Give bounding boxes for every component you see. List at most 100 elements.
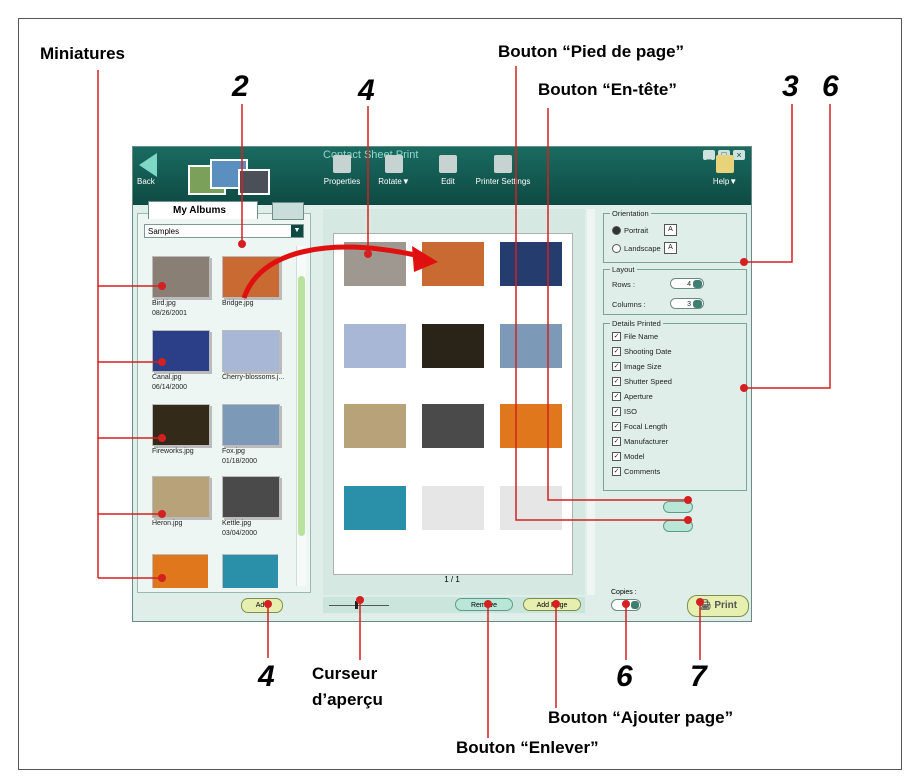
checkbox-checked[interactable]: ✓ — [612, 422, 621, 431]
detail-checkbox-model[interactable]: ✓ Model — [612, 452, 644, 461]
album-select[interactable]: Samples ▼ — [144, 224, 304, 238]
preview-cell-fireworks[interactable] — [422, 324, 484, 368]
edit-button[interactable]: Edit — [423, 155, 473, 186]
preview-cell-empty — [500, 486, 562, 530]
columns-stepper[interactable]: 3 — [670, 298, 704, 309]
thumbnail-image — [222, 330, 280, 372]
preview-scrollbar[interactable] — [587, 209, 595, 595]
preview-cell-canal[interactable] — [500, 242, 562, 286]
chevron-down-icon[interactable]: ▼ — [291, 225, 303, 237]
landscape-label: Landscape — [624, 244, 661, 253]
rotate-label: Rotate▼ — [378, 177, 410, 186]
detail-checkbox-image-size[interactable]: ✓ Image Size — [612, 362, 662, 371]
stepper-arrows-icon[interactable] — [693, 300, 702, 308]
stepper-arrows-icon[interactable] — [631, 601, 639, 609]
number-2: 2 — [232, 70, 249, 103]
print-label: Print — [714, 600, 738, 611]
preview-cell-bird[interactable] — [344, 242, 406, 286]
checkbox-checked[interactable]: ✓ — [612, 362, 621, 371]
thumbnail-image — [152, 330, 210, 372]
slider-thumb[interactable] — [355, 601, 358, 609]
properties-button[interactable]: Properties — [317, 155, 367, 186]
edit-label: Edit — [441, 177, 455, 186]
checkbox-checked[interactable]: ✓ — [612, 392, 621, 401]
thumbnail-sunset[interactable] — [152, 554, 208, 588]
thumbnail-image — [222, 554, 278, 588]
columns-label: Columns : — [612, 300, 646, 309]
preview-cell-heron[interactable] — [344, 404, 406, 448]
detail-checkbox-aperture[interactable]: ✓ Aperture — [612, 392, 653, 401]
remove-button[interactable]: Remove — [455, 598, 513, 611]
checkbox-checked[interactable]: ✓ — [612, 332, 621, 341]
detail-checkbox-shutter-speed[interactable]: ✓ Shutter Speed — [612, 377, 672, 386]
layout-title: Layout — [610, 265, 637, 274]
checkbox-checked[interactable]: ✓ — [612, 452, 621, 461]
album-panel: My Albums Samples ▼ Bird.jpg 08/26/2001 B… — [137, 201, 311, 593]
detail-checkbox-iso[interactable]: ✓ ISO — [612, 407, 637, 416]
thumbnail-heron[interactable]: Heron.jpg — [152, 476, 210, 528]
help-button[interactable]: Help▼ — [705, 155, 745, 186]
detail-label: Model — [624, 452, 645, 461]
checkbox-checked[interactable]: ✓ — [612, 407, 621, 416]
add-button[interactable]: Add — [241, 598, 283, 613]
portrait-option[interactable]: Portrait — [612, 226, 648, 235]
preview-zoom-slider[interactable] — [329, 601, 389, 609]
thumbnail-fox[interactable]: Fox.jpg 01/18/2000 — [222, 404, 280, 465]
checkbox-checked[interactable]: ✓ — [612, 467, 621, 476]
preview-cell-sea[interactable] — [344, 486, 406, 530]
columns-value: 3 — [687, 301, 691, 308]
number-4-bottom: 4 — [258, 660, 275, 693]
thumbnail-date: 08/26/2001 — [152, 310, 188, 317]
thumbnail-caption: Fox.jpg — [222, 448, 245, 455]
header-button[interactable] — [663, 501, 693, 513]
tab-folders[interactable] — [272, 202, 304, 220]
thumbnail-canal[interactable]: Canal.jpg 06/14/2000 — [152, 330, 210, 391]
checkbox-checked[interactable]: ✓ — [612, 377, 621, 386]
settings-panel: Orientation Portrait A Landscape A Layou… — [603, 207, 749, 532]
radio-unselected[interactable] — [612, 244, 621, 253]
add-page-button[interactable]: Add Page — [523, 598, 581, 611]
detail-checkbox-focal-length[interactable]: ✓ Focal Length — [612, 422, 667, 431]
preview-cell-kettle[interactable] — [422, 404, 484, 448]
thumbnail-kettle[interactable]: Kettle.jpg 03/04/2000 — [222, 476, 280, 537]
back-label: Back — [137, 177, 155, 186]
footer-button[interactable] — [663, 520, 693, 532]
detail-checkbox-file-name[interactable]: ✓ File Name — [612, 332, 658, 341]
thumbnail-sea[interactable] — [222, 554, 278, 588]
preview-cell-bridge[interactable] — [422, 242, 484, 286]
detail-label: Shooting Date — [624, 347, 672, 356]
copies-stepper[interactable]: 1 — [611, 599, 641, 611]
thumbnail-bird[interactable]: Bird.jpg 08/26/2001 — [152, 256, 210, 317]
thumbnail-caption: Canal.jpg — [152, 374, 182, 381]
radio-selected[interactable] — [612, 226, 621, 235]
detail-label: Image Size — [624, 362, 662, 371]
number-6-top: 6 — [822, 70, 839, 103]
tab-my-albums-label: My Albums — [173, 205, 226, 216]
portrait-orientation-icon: A — [664, 224, 677, 236]
thumbnail-date: 01/18/2000 — [222, 458, 258, 465]
tab-my-albums[interactable]: My Albums — [148, 201, 258, 219]
back-button[interactable]: Back — [137, 153, 163, 193]
stepper-arrows-icon[interactable] — [693, 280, 702, 288]
landscape-option[interactable]: Landscape — [612, 244, 661, 253]
thumbnail-image — [152, 554, 208, 588]
thumbnail-scrollbar[interactable] — [296, 246, 306, 586]
thumbnail-bridge[interactable]: Bridge.jpg — [222, 256, 280, 308]
detail-label: Comments — [624, 467, 661, 476]
detail-checkbox-shooting-date[interactable]: ✓ Shooting Date — [612, 347, 672, 356]
rotate-button[interactable]: Rotate▼ — [369, 155, 419, 186]
scrollbar-thumb[interactable] — [298, 276, 305, 536]
detail-checkbox-comments[interactable]: ✓ Comments — [612, 467, 660, 476]
detail-checkbox-manufacturer[interactable]: ✓ Manufacturer — [612, 437, 668, 446]
preview-cell-cherry-blossoms[interactable] — [344, 324, 406, 368]
printer-settings-button[interactable]: Printer Settings — [475, 155, 531, 186]
checkbox-checked[interactable]: ✓ — [612, 347, 621, 356]
print-button[interactable]: 🖨 Print — [687, 595, 749, 617]
thumbnail-caption: Heron.jpg — [152, 520, 183, 527]
thumbnail-cherry-blossoms[interactable]: Cherry-blossoms.j... — [222, 330, 284, 382]
preview-cell-fox[interactable] — [500, 324, 562, 368]
rows-stepper[interactable]: 4 — [670, 278, 704, 289]
thumbnail-fireworks[interactable]: Fireworks.jpg — [152, 404, 210, 456]
checkbox-checked[interactable]: ✓ — [612, 437, 621, 446]
preview-cell-sunset[interactable] — [500, 404, 562, 448]
